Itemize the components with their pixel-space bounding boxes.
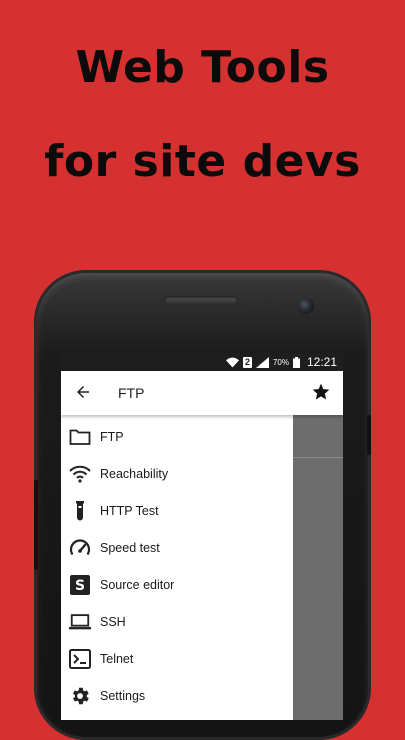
wifi-icon (69, 463, 91, 485)
gear-icon (69, 685, 91, 707)
laptop-icon (69, 611, 91, 633)
drawer-item-label: Reachability (100, 466, 169, 481)
drawer-item-speed-test[interactable]: Speed test (61, 529, 293, 566)
drawer-item-ssh[interactable]: SSH (61, 603, 293, 640)
speedometer-icon (69, 537, 91, 559)
drawer-item-label: Settings (100, 688, 146, 703)
drawer-item-label: Telnet (100, 651, 134, 666)
drawer-item-label: HTTP Test (100, 503, 159, 518)
drawer-item-label: Speed test (100, 540, 160, 555)
svg-text:S: S (75, 578, 85, 594)
earpiece-speaker (164, 296, 238, 305)
phone-screen: 2 70% 12:21 FTP FTP Reachability HTTP Te… (61, 353, 343, 720)
front-camera (298, 298, 314, 314)
power-button (34, 480, 38, 570)
drawer-item-ftp[interactable]: FTP (61, 418, 293, 455)
drawer-item-reachability[interactable]: Reachability (61, 455, 293, 492)
volume-button (367, 415, 371, 455)
headline-line-2: for site devs (44, 136, 361, 187)
battery-icon (292, 356, 300, 368)
headline-line-1: Web Tools (75, 42, 330, 93)
proximity-sensor (253, 299, 260, 306)
drawer-item-source-editor[interactable]: S Source editor (61, 566, 293, 603)
signal-icon (255, 356, 269, 368)
status-bar: 2 70% 12:21 (61, 353, 343, 371)
content-scrim[interactable] (293, 415, 343, 720)
drawer-item-telnet[interactable]: Telnet (61, 640, 293, 677)
clock: 12:21 (306, 355, 337, 369)
folder-icon (69, 426, 91, 448)
content-divider (293, 457, 343, 458)
app-bar-title: FTP (118, 385, 145, 401)
drawer-item-label: FTP (100, 429, 124, 444)
drawer-item-label: Source editor (100, 577, 175, 592)
wifi-status-icon (225, 357, 239, 368)
app-bar: FTP (61, 371, 343, 415)
drawer-item-http-test[interactable]: HTTP Test (61, 492, 293, 529)
test-tube-icon (69, 500, 91, 522)
drawer-item-settings[interactable]: Settings (61, 677, 293, 714)
s-badge-icon: S (69, 574, 91, 596)
star-icon[interactable] (311, 382, 331, 402)
light-sensor (267, 298, 276, 307)
battery-percent: 70% (272, 357, 289, 367)
navigation-drawer: FTP Reachability HTTP Test Speed test S … (61, 415, 293, 720)
arrow-back-icon[interactable] (74, 383, 92, 401)
sim-badge: 2 (242, 356, 252, 368)
drawer-item-label: SSH (100, 614, 126, 629)
terminal-icon (69, 648, 91, 670)
